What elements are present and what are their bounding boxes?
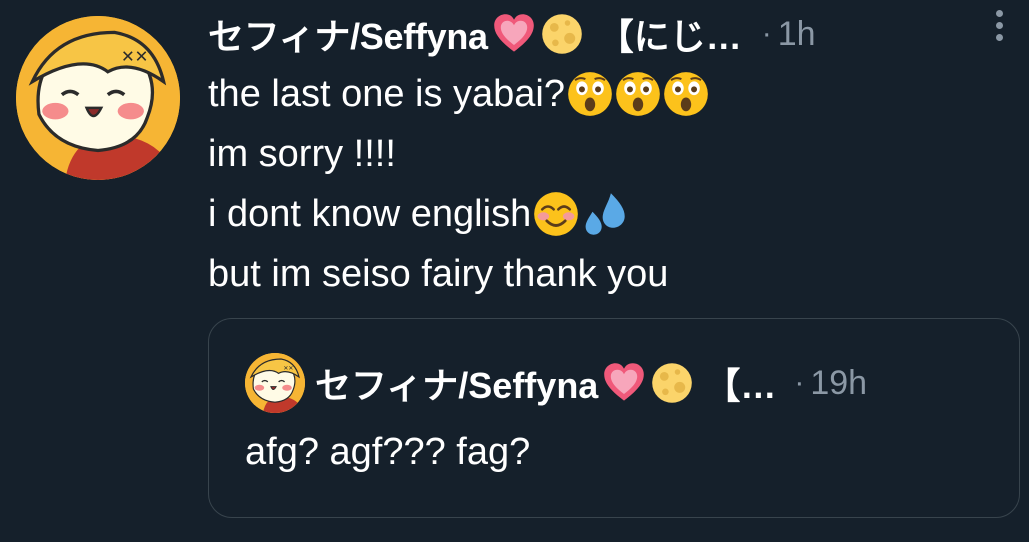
tweet-line-text: but im seiso fairy thank you xyxy=(208,253,669,295)
more-options-icon[interactable] xyxy=(993,10,1005,50)
quoted-author-name-suffix: 【… xyxy=(704,365,777,406)
author-name-suffix[interactable]: 【にじ… xyxy=(598,8,742,60)
sweat-droplets-icon xyxy=(581,191,627,237)
quoted-author-display-name: セフィナ/Seffyna xyxy=(315,365,599,406)
more-dot xyxy=(995,22,1003,29)
quoted-avatar[interactable] xyxy=(245,353,305,413)
tweet-line-text: the last one is yabai? xyxy=(208,73,566,115)
full-moon-icon xyxy=(540,12,584,56)
tweet-timestamp[interactable]: 1h xyxy=(778,15,816,54)
astonished-face-icon xyxy=(567,71,613,117)
tweet-line: im sorry !!!! xyxy=(208,124,1008,184)
avatar-image xyxy=(16,16,180,180)
avatar[interactable] xyxy=(16,16,180,180)
tweet-line-text: im sorry !!!! xyxy=(208,133,396,175)
quoted-tweet[interactable]: セフィナ/Seffyna 【… · 19h afg? agf??? fag? xyxy=(208,318,1020,518)
quoted-tweet-timestamp: 19h xyxy=(810,363,868,402)
more-dot xyxy=(995,10,1003,17)
author-display-name[interactable]: セフィナ/Seffyna xyxy=(208,8,488,60)
growing-heart-icon xyxy=(602,361,646,405)
full-moon-icon xyxy=(650,361,694,405)
smiling-face-icon xyxy=(533,191,579,237)
quoted-avatar-image xyxy=(245,353,305,413)
astonished-face-icon xyxy=(663,71,709,117)
tweet-line: i dont know english xyxy=(208,184,1008,244)
tweet[interactable]: セフィナ/Seffyna 【にじ… · 1h the last one is y… xyxy=(0,0,1029,542)
astonished-face-icon xyxy=(615,71,661,117)
tweet-header: セフィナ/Seffyna 【にじ… · 1h xyxy=(208,6,1008,62)
quoted-tweet-header: セフィナ/Seffyna 【… · 19h xyxy=(245,353,867,413)
growing-heart-icon xyxy=(492,12,536,56)
tweet-text: the last one is yabai? im sorry !!!! i d… xyxy=(208,64,1008,304)
tweet-line-text: i dont know english xyxy=(208,193,532,235)
tweet-line: but im seiso fairy thank you xyxy=(208,244,1008,304)
separator-dot: · xyxy=(761,17,772,50)
quoted-tweet-text: afg? agf??? fag? xyxy=(245,431,531,473)
tweet-line: the last one is yabai? xyxy=(208,64,1008,124)
separator-dot: · xyxy=(794,366,805,399)
more-dot xyxy=(995,34,1003,41)
